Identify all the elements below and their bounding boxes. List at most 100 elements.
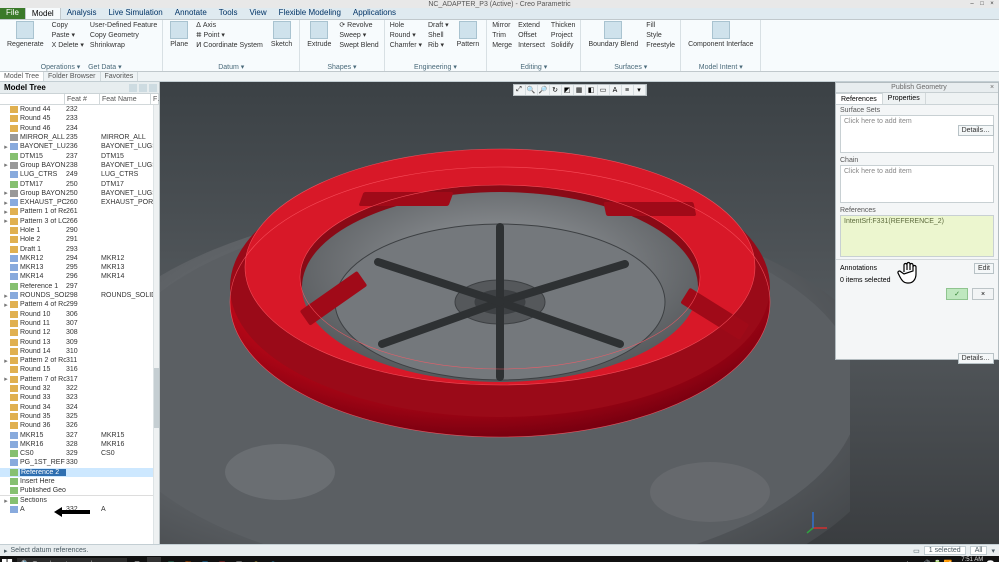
qat-icon[interactable] — [22, 0, 30, 8]
sketch-button[interactable]: Sketch — [267, 21, 296, 62]
saved-view-icon[interactable]: ▦ — [574, 85, 586, 95]
tree-scrollbar[interactable] — [153, 105, 159, 544]
freestyle-button[interactable]: Freestyle — [644, 41, 677, 51]
tree-row[interactable]: Hole 1290 — [0, 226, 159, 235]
taskbar-app-icon[interactable]: ● — [147, 557, 161, 562]
round-button[interactable]: Round ▾ — [388, 31, 424, 41]
tab-flex[interactable]: Flexible Modeling — [273, 7, 347, 19]
project-button[interactable]: Project — [549, 31, 578, 41]
ok-button[interactable]: ✓ — [946, 288, 968, 300]
taskbar-app-icon[interactable]: ◧ — [181, 557, 195, 562]
tree-row[interactable]: PG_1ST_REF330 — [0, 458, 159, 467]
tree-row[interactable]: Round 46234 — [0, 124, 159, 133]
tree-row[interactable]: Reference 1297 — [0, 282, 159, 291]
taskbar-app-icon[interactable]: ▭ — [283, 557, 297, 562]
solidify-button[interactable]: Solidify — [549, 41, 578, 51]
selection-filter[interactable]: All — [970, 546, 988, 555]
tab-live-sim[interactable]: Live Simulation — [102, 7, 168, 19]
tree-settings-icon[interactable] — [129, 84, 137, 92]
fill-button[interactable]: Fill — [644, 21, 677, 31]
tree-row[interactable]: ▸Pattern 2 of Round311 — [0, 356, 159, 365]
shell-button[interactable]: Shell — [426, 31, 451, 41]
chamfer-button[interactable]: Chamfer ▾ — [388, 41, 424, 51]
tree-row[interactable]: MKR12294MKR12 — [0, 254, 159, 263]
tab-favorites[interactable]: Favorites — [101, 72, 139, 81]
offset-button[interactable]: Offset — [516, 31, 547, 41]
tree-row[interactable]: Round 32322 — [0, 384, 159, 393]
point-button[interactable]: ⵌ Point ▾ — [194, 31, 265, 41]
tree-row[interactable]: Round 34324 — [0, 403, 159, 412]
copy-geom-button[interactable]: Copy Geometry — [88, 31, 159, 41]
panel-close-icon[interactable]: × — [988, 83, 996, 93]
close-button[interactable]: × — [987, 0, 997, 8]
tab-analysis[interactable]: Analysis — [61, 7, 103, 19]
tree-body[interactable]: Round 44232Round 45233Round 46234MIRROR_… — [0, 105, 159, 544]
repaint-icon[interactable]: ↻ — [550, 85, 562, 95]
col-name[interactable] — [0, 94, 65, 104]
tab-folder-browser[interactable]: Folder Browser — [44, 72, 100, 81]
task-view-icon[interactable]: ⊞ — [130, 557, 144, 562]
tab-properties[interactable]: Properties — [883, 93, 926, 104]
tree-row[interactable]: MKR15327MKR15 — [0, 430, 159, 439]
tree-row[interactable]: MIRROR_ALL235MIRROR_ALL — [0, 133, 159, 142]
tree-row[interactable]: Published Geom — [0, 486, 159, 495]
tree-row[interactable]: ▸Pattern 1 of Revol…261 — [0, 207, 159, 216]
refit-icon[interactable]: ⤢ — [514, 85, 526, 95]
tree-row[interactable]: ▸Pattern 7 of Round317 — [0, 375, 159, 384]
tree-row[interactable]: Round 35325 — [0, 412, 159, 421]
tree-row[interactable]: Round 33323 — [0, 393, 159, 402]
chain-collector[interactable]: Click here to add item — [840, 165, 994, 203]
udf-button[interactable]: User-Defined Feature — [88, 21, 159, 31]
tree-row[interactable]: ▸BAYONET_LUGS236BAYONET_LUGS — [0, 142, 159, 151]
qat-icon[interactable] — [2, 0, 10, 8]
tree-show-icon[interactable] — [149, 84, 157, 92]
copy-button[interactable]: Copy — [50, 21, 86, 31]
named-view-icon[interactable]: ▾ — [634, 85, 646, 95]
tree-row[interactable]: ▸Group BAYONET_LU238BAYONET_LUGS_… — [0, 161, 159, 170]
component-interface-button[interactable]: Component Interface — [684, 21, 757, 62]
revolve-button[interactable]: ⟳ Revolve — [337, 21, 380, 31]
tree-row[interactable]: Round 14310 — [0, 347, 159, 356]
tree-row[interactable]: DTM17250DTM17 — [0, 179, 159, 188]
select-arrow-icon[interactable]: ▸ — [4, 547, 8, 555]
start-button[interactable] — [0, 557, 14, 562]
tree-row[interactable]: ▸Group BAYONET_LU250BAYONET_LUGS_… — [0, 189, 159, 198]
qat-icon[interactable] — [32, 0, 40, 8]
delete-button[interactable]: X Delete ▾ — [50, 41, 86, 51]
references-details-button[interactable]: Details… — [958, 353, 994, 364]
extend-button[interactable]: Extend — [516, 21, 547, 31]
pattern-button[interactable]: Pattern — [453, 21, 484, 62]
tree-row[interactable]: Round 15316 — [0, 365, 159, 374]
thicken-button[interactable]: Thicken — [549, 21, 578, 31]
intersect-button[interactable]: Intersect — [516, 41, 547, 51]
tree-sections-row[interactable]: ▸Sections — [0, 495, 159, 504]
tab-annotate[interactable]: Annotate — [169, 7, 213, 19]
tree-row[interactable]: Round 45233 — [0, 114, 159, 123]
qat-icon[interactable] — [12, 0, 20, 8]
hole-button[interactable]: Hole — [388, 21, 424, 31]
col-feat-name[interactable]: Feat Name — [100, 94, 151, 104]
tree-row[interactable]: Round 11307 — [0, 319, 159, 328]
trim-button[interactable]: Trim — [490, 31, 514, 41]
boundary-blend-button[interactable]: Boundary Blend — [584, 21, 642, 62]
tab-tools[interactable]: Tools — [213, 7, 244, 19]
tree-row[interactable]: MKR16328MKR16 — [0, 440, 159, 449]
rib-button[interactable]: Rib ▾ — [426, 41, 451, 51]
taskbar-app-icon[interactable]: ▦ — [232, 557, 246, 562]
tree-row[interactable]: ▸Pattern 4 of Round299 — [0, 300, 159, 309]
qat-icon[interactable] — [52, 0, 60, 8]
tree-filter-icon[interactable] — [139, 84, 147, 92]
tree-row[interactable]: ▸ROUNDS_SOLID_PI298ROUNDS_SOLID_… — [0, 291, 159, 300]
smart-select-icon[interactable]: ▭ — [913, 547, 920, 555]
taskbar-app-icon[interactable]: ▣ — [215, 557, 229, 562]
axis-button[interactable]: ⵠ Axis — [194, 21, 265, 31]
tab-view[interactable]: View — [243, 7, 272, 19]
tree-row[interactable]: Round 44232 — [0, 105, 159, 114]
tab-apps[interactable]: Applications — [347, 7, 402, 19]
tree-row[interactable]: Round 12308 — [0, 328, 159, 337]
col-extra[interactable]: F… — [151, 94, 159, 104]
display-style-icon[interactable]: ◩ — [562, 85, 574, 95]
taskbar-app-icon[interactable]: ◪ — [164, 557, 178, 562]
tab-references[interactable]: References — [836, 93, 883, 104]
qat-icon[interactable] — [42, 0, 50, 8]
